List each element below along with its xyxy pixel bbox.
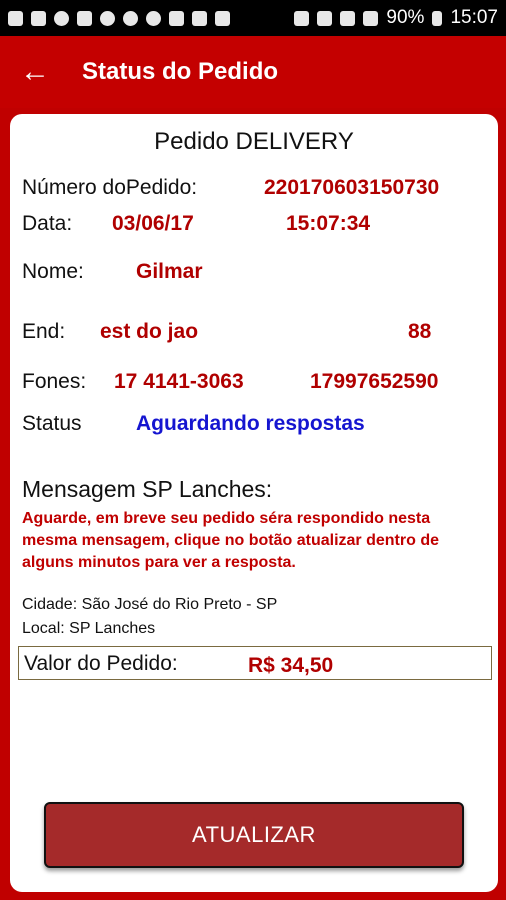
fones-label: Fones: [22, 370, 87, 393]
app-icon [169, 10, 184, 26]
order-heading: Pedido DELIVERY [154, 128, 354, 155]
data-label: Data: [22, 212, 73, 235]
update-button[interactable]: ATUALIZAR [44, 802, 464, 868]
fone-2: 17997652590 [310, 370, 439, 393]
data-date: 03/06/17 [112, 212, 194, 235]
notification-icons [8, 10, 230, 26]
nome-label: Nome: [22, 260, 84, 283]
end-value: est do jao [100, 320, 199, 343]
message-icon [8, 10, 23, 26]
whatsapp-icon [146, 10, 161, 26]
email-icon [192, 10, 207, 26]
end-label: End: [22, 320, 66, 343]
system-icons: 90% 15:07 [294, 7, 498, 29]
numero-value: 220170603150730 [264, 176, 440, 199]
page-title: Status do Pedido [82, 58, 279, 85]
mute-icon [340, 10, 356, 26]
message-title: Mensagem SP Lanches: [22, 476, 273, 502]
message-body: Aguarde, em breve seu pedido séra respon… [22, 510, 439, 571]
order-card: Pedido DELIVERY Número doPedido: 2201706… [10, 114, 498, 892]
image-icon [215, 10, 230, 26]
nfc-icon [317, 10, 333, 26]
local-text: Local: SP Lanches [22, 620, 156, 637]
sync-icon [54, 10, 69, 26]
battery-icon [432, 10, 443, 26]
app-bar: ← Status do Pedido [0, 36, 506, 108]
gallery-icon [77, 10, 92, 26]
valor-value: R$ 34,50 [248, 654, 334, 677]
valor-label: Valor do Pedido: [24, 652, 178, 675]
arrow-back-icon: ← [20, 55, 50, 88]
back-button[interactable]: ← [0, 36, 70, 108]
cidade-text: Cidade: São José do Rio Preto - SP [22, 596, 278, 613]
status-bar: 90% 15:07 [0, 0, 506, 36]
status-value: Aguardando respostas [136, 412, 365, 435]
wifi-icon [294, 10, 310, 26]
clock: 15:07 [450, 7, 498, 28]
data-time: 15:07:34 [286, 212, 371, 235]
settings-icon [123, 10, 138, 26]
chrome-icon [100, 10, 115, 26]
numero-label: Número doPedido: [22, 176, 198, 199]
status-label: Status [22, 412, 82, 435]
signal-icon [363, 10, 379, 26]
facebook-icon [31, 10, 46, 26]
fone-1: 17 4141-3063 [114, 370, 244, 393]
nome-value: Gilmar [136, 260, 203, 283]
battery-percent: 90% [386, 7, 425, 28]
end-number: 88 [408, 320, 432, 343]
